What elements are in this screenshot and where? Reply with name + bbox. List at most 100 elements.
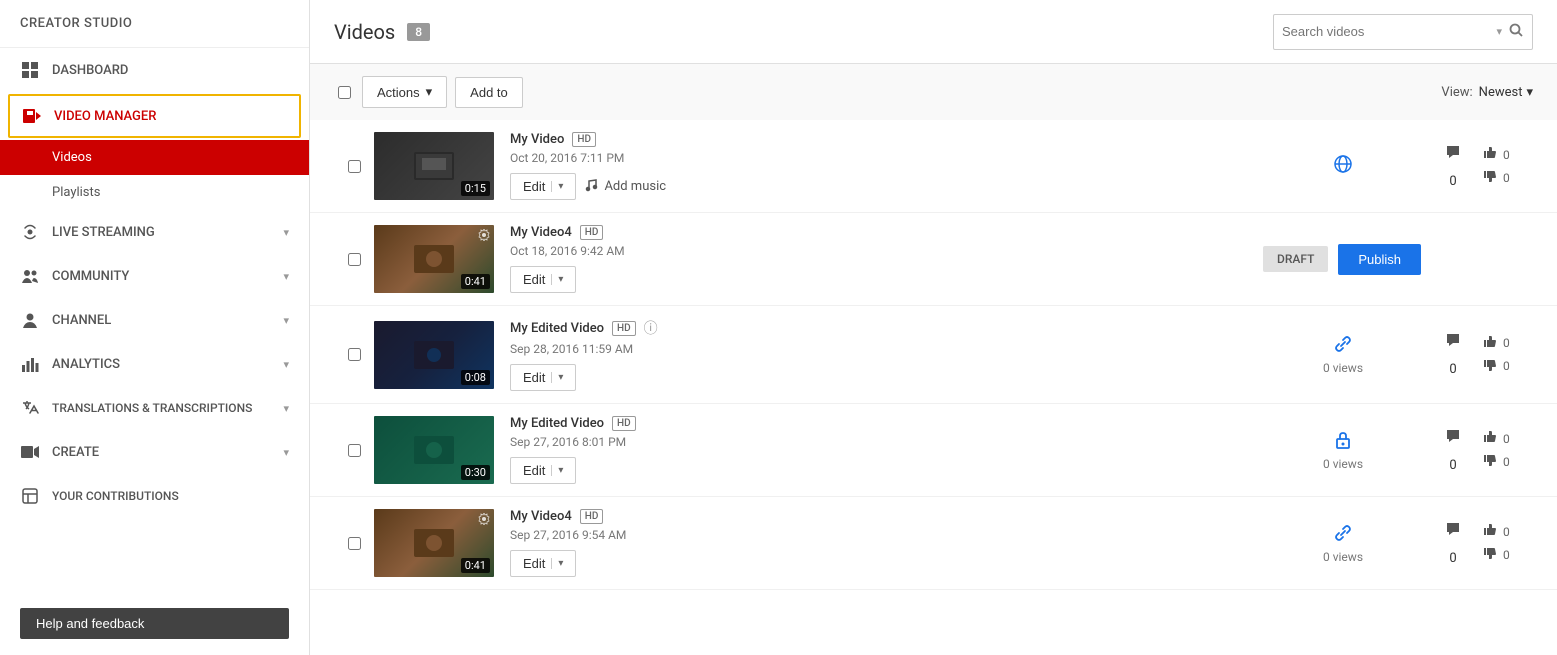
sidebar-sub-videos[interactable]: Videos (0, 140, 309, 175)
edit-button[interactable]: Edit ▾ (510, 364, 576, 391)
search-box[interactable]: ▾ (1273, 14, 1533, 50)
comment-count: 0 (1449, 362, 1456, 377)
video-info: My Edited Video HD Sep 27, 2016 8:01 PM … (494, 416, 1263, 484)
thumbs-down-icon (1483, 358, 1497, 375)
view-dropdown-icon: ▾ (1526, 85, 1533, 100)
like-count: 0 (1503, 336, 1510, 350)
grid-icon (20, 60, 40, 80)
likes-col: 0 0 (1483, 430, 1533, 470)
contributions-label: YOUR CONTRIBUTIONS (52, 489, 179, 503)
video-date: Oct 18, 2016 9:42 AM (510, 244, 1247, 258)
sidebar-item-translations[interactable]: TRANSLATIONS & TRANSCRIPTIONS ▾ (0, 386, 309, 430)
thumbs-down-icon (1483, 169, 1497, 186)
search-input[interactable] (1282, 24, 1496, 39)
sidebar-item-community[interactable]: COMMUNITY ▾ (0, 254, 309, 298)
video-title-row: My Video4 HD (510, 509, 1247, 524)
edit-button[interactable]: Edit ▾ (510, 266, 576, 293)
sidebar-item-contributions[interactable]: YOUR CONTRIBUTIONS (0, 474, 309, 518)
row-checkbox-col[interactable] (334, 537, 374, 550)
comments-col: 0 (1423, 428, 1483, 473)
edit-dropdown-icon[interactable]: ▾ (551, 372, 563, 383)
edit-dropdown-icon[interactable]: ▾ (551, 274, 563, 285)
row-checkbox[interactable] (348, 253, 361, 266)
stat-views: 0 views (1323, 457, 1363, 471)
edit-dropdown-icon[interactable]: ▾ (551, 181, 563, 192)
edit-dropdown-icon[interactable]: ▾ (551, 465, 563, 476)
view-dropdown[interactable]: Newest ▾ (1479, 85, 1533, 100)
row-checkbox[interactable] (348, 444, 361, 457)
comments-col: 0 (1423, 521, 1483, 566)
video-duration: 0:41 (461, 274, 490, 289)
video-actions: Edit ▾ (510, 550, 1247, 577)
creator-studio-title: CREATOR STUDIO (0, 0, 309, 48)
sidebar-sub-playlists[interactable]: Playlists (0, 175, 309, 210)
select-all-checkbox-col[interactable] (334, 86, 354, 99)
edit-button[interactable]: Edit ▾ (510, 173, 576, 200)
video-title-row: My Video HD (510, 132, 1247, 147)
video-list: 0:15 My Video HD Oct 20, 2016 7:11 PM Ed… (310, 120, 1557, 655)
edit-dropdown-icon[interactable]: ▾ (551, 558, 563, 569)
row-checkbox-col[interactable] (334, 348, 374, 361)
create-chevron: ▾ (283, 446, 289, 459)
community-chevron: ▾ (283, 270, 289, 283)
video-info: My Edited Video HD ⓘ Sep 28, 2016 11:59 … (494, 318, 1263, 391)
video-actions: Edit ▾ (510, 364, 1247, 391)
table-row: 0:41 My Video4 HD Oct 18, 2016 9:42 AM E… (310, 213, 1557, 306)
sidebar-item-live-streaming[interactable]: LIVE STREAMING ▾ (0, 210, 309, 254)
video-title: My Edited Video (510, 321, 604, 336)
likes-col: 0 0 (1483, 523, 1533, 563)
add-to-button[interactable]: Add to (455, 77, 523, 108)
sidebar-item-analytics[interactable]: ANALYTICS ▾ (0, 342, 309, 386)
row-checkbox[interactable] (348, 160, 361, 173)
edit-button[interactable]: Edit ▾ (510, 550, 576, 577)
row-checkbox[interactable] (348, 537, 361, 550)
row-checkbox-col[interactable] (334, 444, 374, 457)
edit-button[interactable]: Edit ▾ (510, 457, 576, 484)
view-option-label: Newest (1479, 85, 1523, 100)
comment-icon (1445, 428, 1461, 448)
row-checkbox-col[interactable] (334, 253, 374, 266)
likes-col: 0 0 (1483, 335, 1533, 375)
actions-button[interactable]: Actions ▾ (362, 76, 447, 108)
thumb-settings-icon (478, 229, 490, 244)
sidebar-item-video-manager[interactable]: VIDEO MANAGER (8, 94, 301, 138)
video-date: Sep 27, 2016 8:01 PM (510, 435, 1247, 449)
edit-label: Edit (523, 179, 545, 194)
dislike-count: 0 (1503, 455, 1510, 469)
comment-count: 0 (1449, 551, 1456, 566)
hd-badge: HD (612, 416, 636, 431)
add-music-button[interactable]: Add music (584, 178, 666, 196)
add-music-label: Add music (604, 179, 666, 194)
hd-badge: HD (580, 225, 604, 240)
sidebar-item-dashboard[interactable]: DASHBOARD (0, 48, 309, 92)
analytics-chevron: ▾ (283, 358, 289, 371)
public-icon (1333, 154, 1353, 179)
row-checkbox[interactable] (348, 348, 361, 361)
table-row: 0:15 My Video HD Oct 20, 2016 7:11 PM Ed… (310, 120, 1557, 213)
video-title: My Video4 (510, 225, 572, 240)
like-row: 0 (1483, 335, 1533, 352)
comment-icon (1445, 144, 1461, 164)
help-feedback-button[interactable]: Help and feedback (20, 608, 289, 639)
lock-icon (1333, 430, 1353, 455)
info-icon[interactable]: ⓘ (644, 318, 658, 338)
video-manager-label: VIDEO MANAGER (54, 109, 156, 124)
thumbs-up-icon (1483, 523, 1497, 540)
sidebar: CREATOR STUDIO DASHBOARD VIDEO MANAGER V… (0, 0, 310, 655)
row-checkbox-col[interactable] (334, 160, 374, 173)
publish-button[interactable]: Publish (1338, 244, 1421, 275)
view-text: View: (1441, 85, 1472, 100)
channel-icon (20, 310, 40, 330)
like-row: 0 (1483, 146, 1533, 163)
channel-label: CHANNEL (52, 313, 111, 328)
video-date: Sep 27, 2016 9:54 AM (510, 528, 1247, 542)
sidebar-item-channel[interactable]: CHANNEL ▾ (0, 298, 309, 342)
create-icon (20, 442, 40, 462)
actions-label: Actions (377, 85, 420, 100)
comment-count: 0 (1449, 458, 1456, 473)
header-left: Videos 8 (334, 20, 430, 44)
sidebar-item-create[interactable]: CREATE ▾ (0, 430, 309, 474)
select-all-checkbox[interactable] (338, 86, 351, 99)
link-icon (1333, 334, 1353, 359)
video-count-badge: 8 (407, 23, 430, 41)
